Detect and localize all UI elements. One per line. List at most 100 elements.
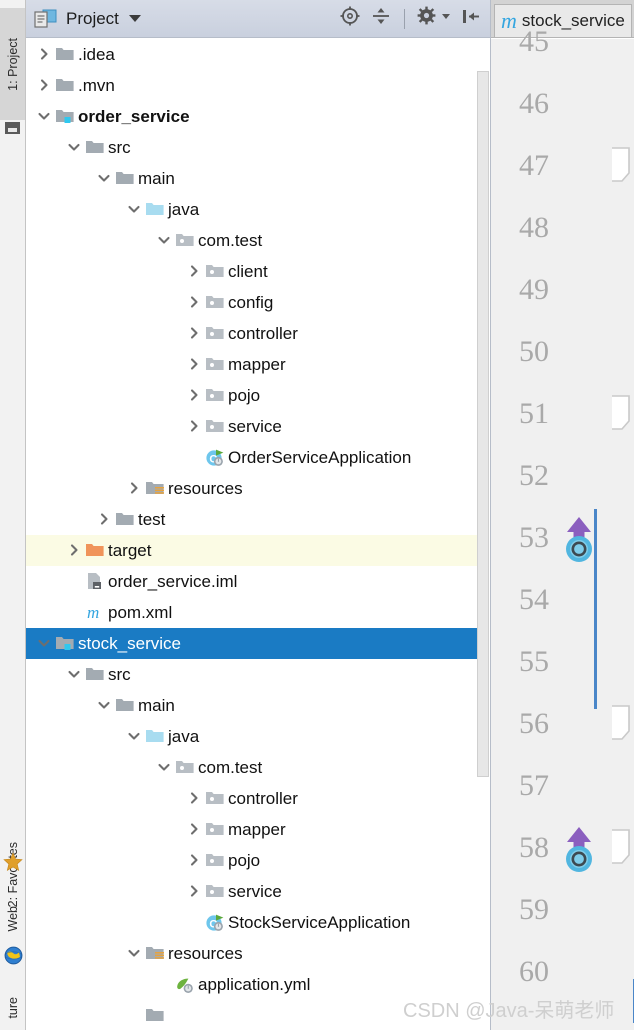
tree-row[interactable]: resources	[26, 473, 490, 504]
line-number: 48	[519, 211, 549, 244]
chevron-right-icon[interactable]	[184, 783, 204, 814]
folder-icon	[114, 504, 136, 535]
sidebar-item-structure-label: ture	[6, 996, 20, 1019]
tree-row[interactable]: controller	[26, 783, 490, 814]
module-icon	[54, 628, 76, 659]
tree-row[interactable]: src	[26, 659, 490, 690]
tree-row[interactable]: order_service.iml	[26, 566, 490, 597]
package-icon	[204, 783, 226, 814]
tree-row[interactable]: com.test	[26, 752, 490, 783]
settings-gear-icon[interactable]	[417, 5, 439, 32]
project-tree-scrollbar-thumb[interactable]	[477, 71, 489, 777]
sidebar-item-structure[interactable]: ture	[0, 985, 25, 1030]
project-tree[interactable]: .idea .mvn order_service src main java com.tes…	[26, 39, 490, 1030]
project-tree-scrollbar-track[interactable]	[477, 39, 490, 1030]
tree-row[interactable]: com.test	[26, 225, 490, 256]
chevron-right-icon[interactable]	[124, 473, 144, 504]
tree-row[interactable]: C OrderServiceApplication	[26, 442, 490, 473]
collapse-all-icon[interactable]	[370, 5, 392, 32]
chevron-down-icon[interactable]	[128, 15, 141, 22]
package-icon	[204, 256, 226, 287]
chevron-right-icon[interactable]	[94, 504, 114, 535]
chevron-down-icon[interactable]	[64, 132, 84, 163]
tree-row[interactable]: C StockServiceApplication	[26, 907, 490, 938]
chevron-down-icon[interactable]	[94, 690, 114, 721]
chevron-down-icon[interactable]	[124, 938, 144, 969]
tree-row[interactable]: java	[26, 194, 490, 225]
tree-row-label: mapper	[228, 819, 286, 839]
tree-row[interactable]: service	[26, 876, 490, 907]
vcs-change-marker	[594, 509, 597, 709]
chevron-right-icon[interactable]	[184, 349, 204, 380]
code-fold-bracket-icon[interactable]	[609, 395, 631, 430]
tree-row[interactable]: resources	[26, 938, 490, 969]
line-number: 51	[519, 397, 549, 430]
tree-row[interactable]: src	[26, 132, 490, 163]
tree-row[interactable]: controller	[26, 318, 490, 349]
editor-gutter[interactable]: 45 46 47 48 49 50 51 52 53 54 55 56 57 58 59 60	[491, 27, 634, 1030]
chevron-right-icon[interactable]	[184, 256, 204, 287]
chevron-right-icon[interactable]	[184, 287, 204, 318]
line-number: 56	[519, 707, 549, 740]
tree-row-label: service	[228, 416, 282, 436]
star-icon	[3, 852, 23, 872]
chevron-right-icon[interactable]	[64, 535, 84, 566]
chevron-down-icon[interactable]	[154, 752, 174, 783]
code-fold-bracket-icon[interactable]	[609, 147, 631, 182]
tree-row[interactable]: m pom.xml	[26, 597, 490, 628]
tree-row-label: java	[168, 199, 200, 219]
chevron-right-icon[interactable]	[184, 411, 204, 442]
chevron-down-icon[interactable]	[124, 721, 144, 752]
implementing-method-icon[interactable]	[559, 823, 599, 872]
tree-row[interactable]: pojo	[26, 380, 490, 411]
sidebar-item-web[interactable]: Web	[0, 888, 25, 950]
tree-row[interactable]: mapper	[26, 349, 490, 380]
chevron-right-icon[interactable]	[184, 318, 204, 349]
implementing-method-icon[interactable]	[559, 513, 599, 562]
tree-row[interactable]: pojo	[26, 845, 490, 876]
folder-icon	[54, 70, 76, 101]
tree-row[interactable]: .mvn	[26, 70, 490, 101]
chevron-right-icon[interactable]	[34, 70, 54, 101]
tree-row-label: main	[138, 695, 175, 715]
tree-row[interactable]: main	[26, 163, 490, 194]
chevron-down-icon[interactable]	[34, 101, 54, 132]
tree-row[interactable]: stock_service	[26, 628, 490, 659]
tree-row-label: resources	[168, 943, 243, 963]
tree-row[interactable]: order_service	[26, 101, 490, 132]
gear-dropdown-caret-icon[interactable]	[441, 5, 451, 32]
code-fold-bracket-icon[interactable]	[609, 705, 631, 740]
tree-row[interactable]: target	[26, 535, 490, 566]
sidebar-item-project[interactable]: 1: Project	[0, 8, 25, 120]
tree-row[interactable]: test	[26, 504, 490, 535]
chevron-down-icon[interactable]	[64, 659, 84, 690]
tree-row[interactable]: service	[26, 411, 490, 442]
chevron-down-icon[interactable]	[94, 163, 114, 194]
chevron-right-icon[interactable]	[184, 814, 204, 845]
chevron-right-icon[interactable]	[184, 845, 204, 876]
tree-twisty-spacer	[184, 442, 204, 473]
hide-panel-icon[interactable]	[460, 5, 482, 32]
chevron-down-icon[interactable]	[124, 194, 144, 225]
select-opened-file-icon[interactable]	[339, 5, 361, 32]
tree-row[interactable]: .idea	[26, 39, 490, 70]
chevron-right-icon[interactable]	[184, 380, 204, 411]
tree-row[interactable]: mapper	[26, 814, 490, 845]
source-folder-icon	[144, 194, 166, 225]
code-fold-bracket-icon[interactable]	[609, 829, 631, 864]
tree-row[interactable]: client	[26, 256, 490, 287]
chevron-down-icon[interactable]	[154, 225, 174, 256]
chevron-down-icon[interactable]	[34, 628, 54, 659]
tree-row[interactable]: java	[26, 721, 490, 752]
chevron-right-icon[interactable]	[184, 876, 204, 907]
chevron-right-icon[interactable]	[34, 39, 54, 70]
tree-row[interactable]: main	[26, 690, 490, 721]
sidebar-item-project-label: 1: Project	[6, 37, 20, 91]
tree-row[interactable]: config	[26, 287, 490, 318]
